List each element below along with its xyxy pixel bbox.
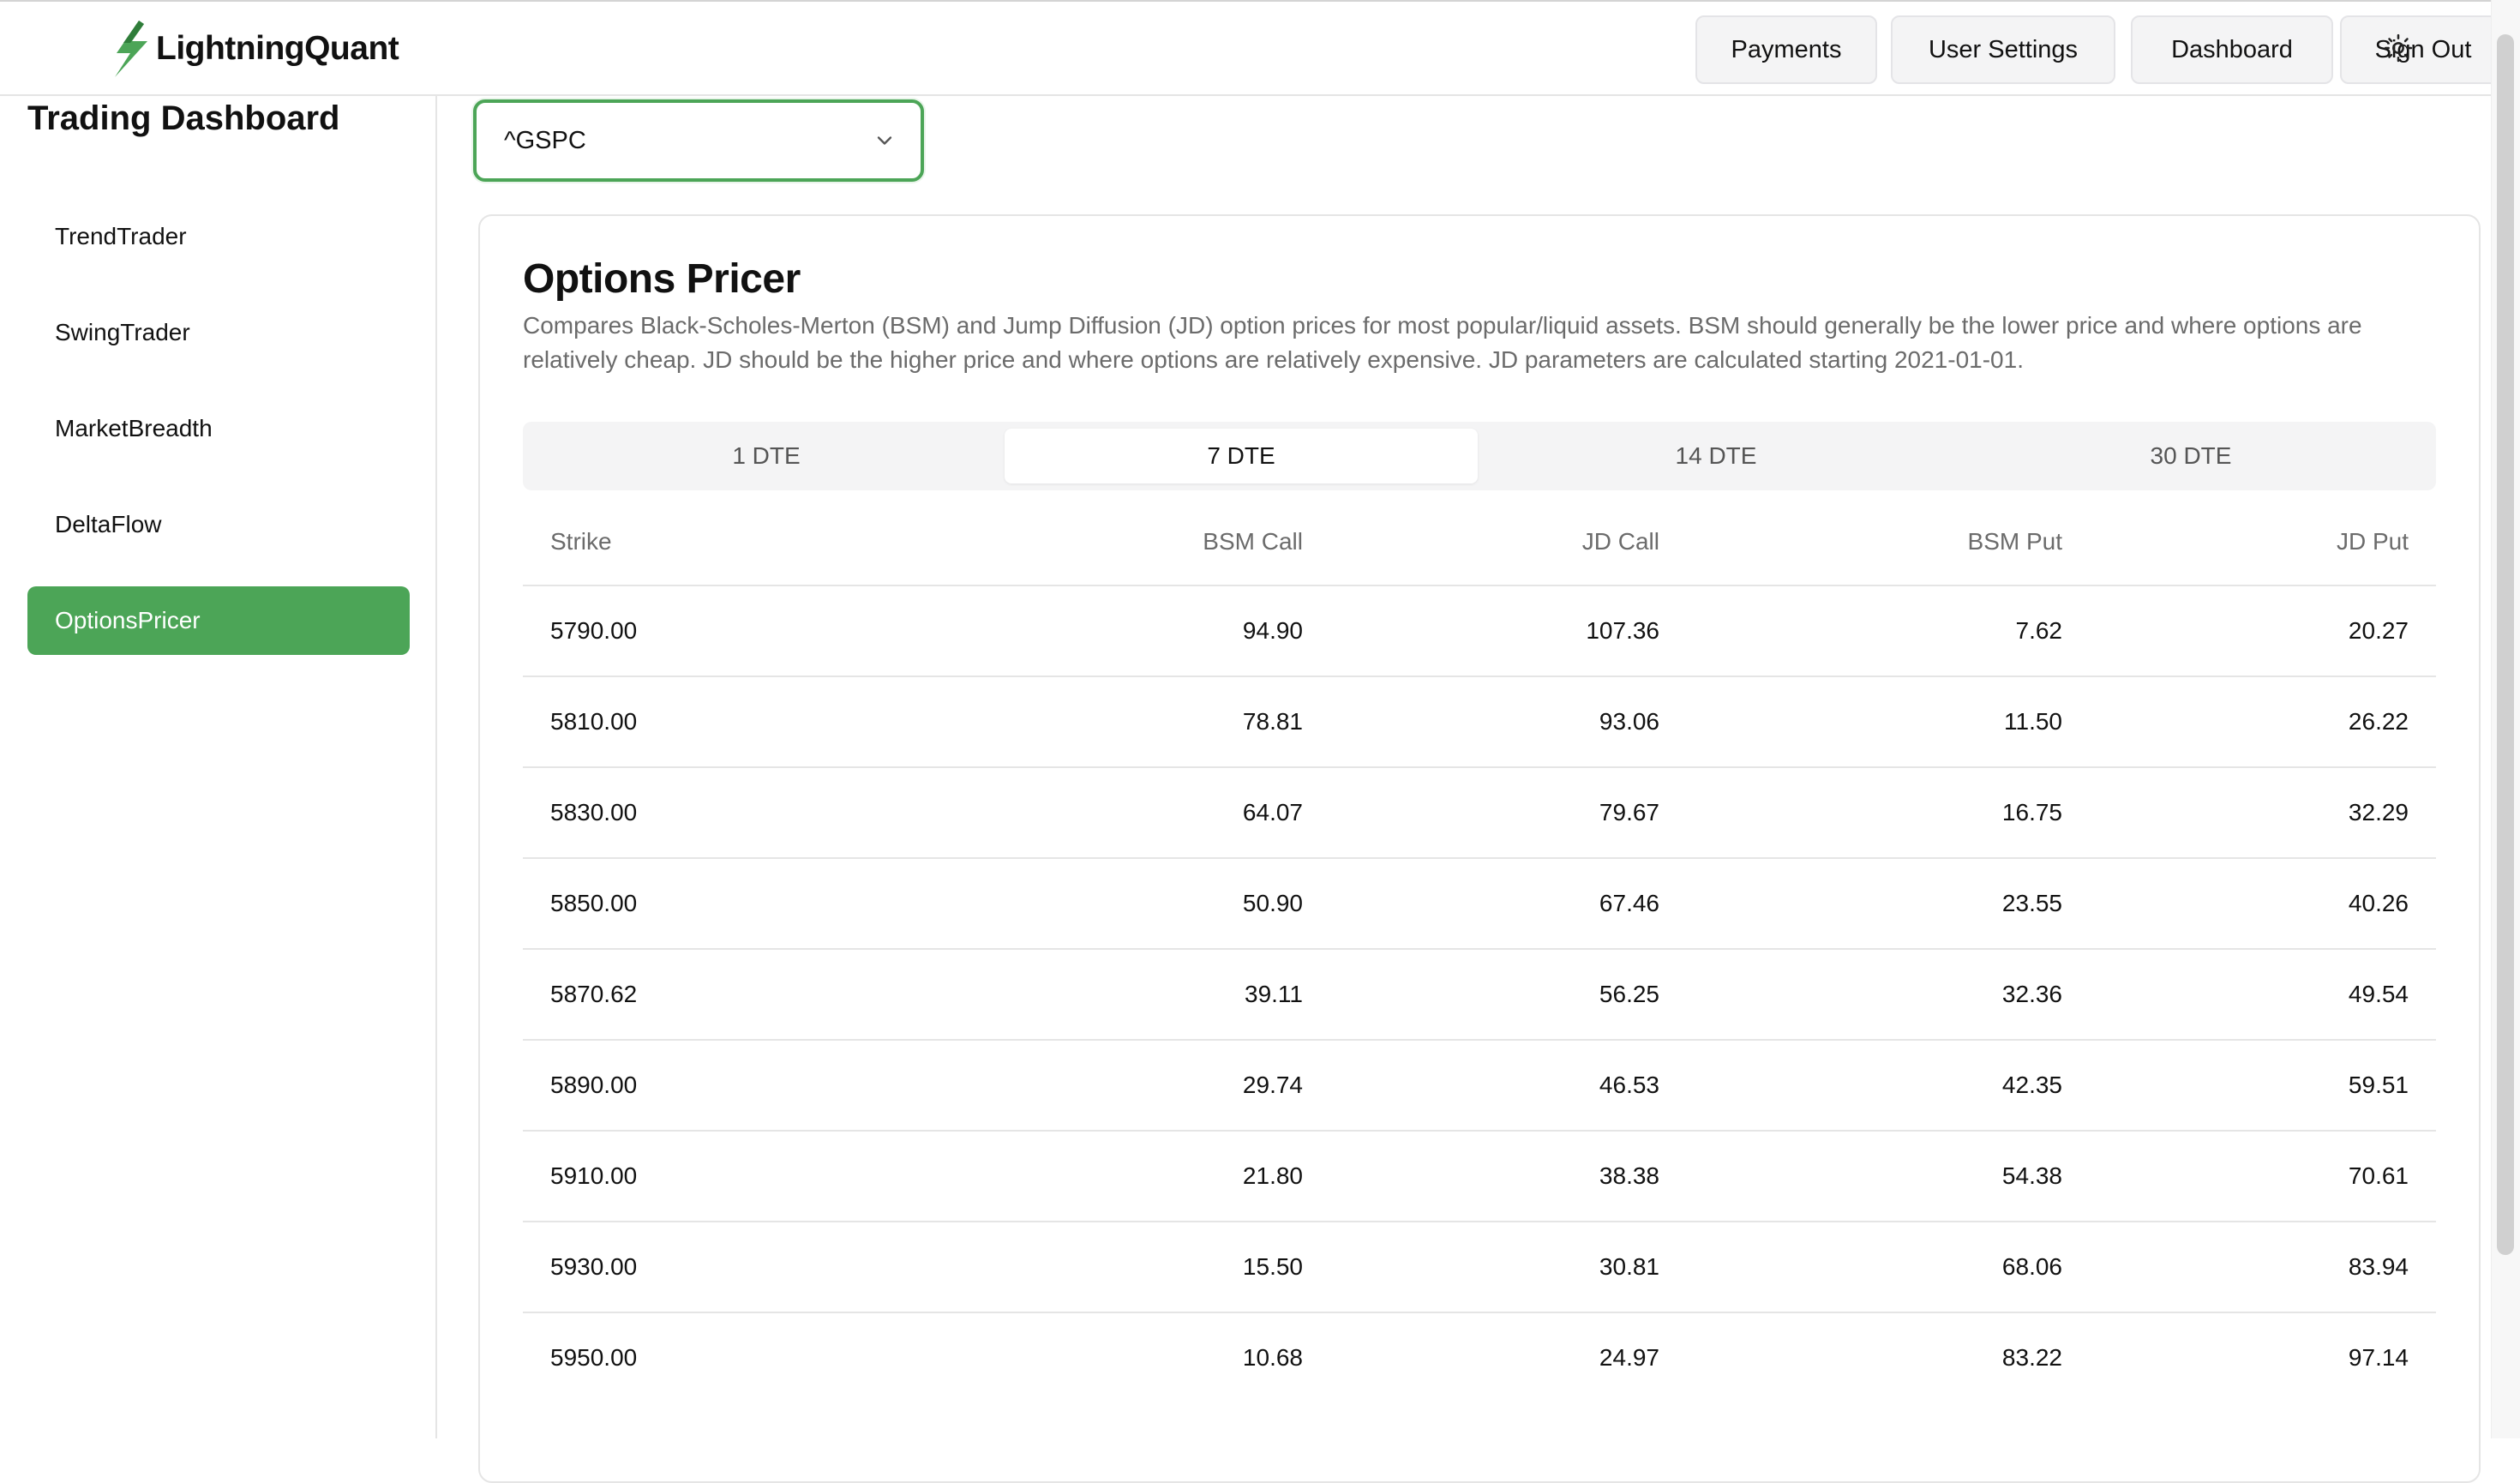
table-row: 5890.00 29.74 46.53 42.35 59.51 <box>523 1041 2436 1132</box>
brand-name: LightningQuant <box>156 30 399 67</box>
sun-icon <box>2384 33 2413 63</box>
theme-toggle-button[interactable] <box>2373 26 2424 70</box>
table-row: 5950.00 10.68 24.97 83.22 97.14 <box>523 1313 2436 1404</box>
bsm-call-cell: 29.74 <box>1242 1072 1303 1098</box>
header-bsm-call[interactable]: BSM Call <box>1203 499 1303 585</box>
jd-put-cell: 83.94 <box>2348 1253 2409 1280</box>
table-row: 5850.00 50.90 67.46 23.55 40.26 <box>523 859 2436 950</box>
bsm-put-cell: 23.55 <box>2001 890 2062 916</box>
strike-cell: 5850.00 <box>550 890 638 916</box>
jd-put-cell: 59.51 <box>2348 1072 2409 1098</box>
sidebar-item-marketbreadth[interactable]: MarketBreadth <box>27 394 410 463</box>
strike-cell: 5930.00 <box>550 1253 638 1280</box>
table-header-row: Strike BSM Call JD Call BSM Put JD Put <box>523 499 2436 586</box>
table-row: 5930.00 15.50 30.81 68.06 83.94 <box>523 1222 2436 1313</box>
jd-call-cell: 93.06 <box>1599 708 1659 735</box>
strike-cell: 5810.00 <box>550 708 638 735</box>
options-pricer-card: Options Pricer Compares Black-Scholes-Me… <box>478 214 2481 1483</box>
card-description: Compares Black-Scholes-Merton (BSM) and … <box>523 312 2362 373</box>
tab-30-dte[interactable]: 30 DTE <box>1954 429 2427 483</box>
sidebar-item-swingtrader[interactable]: SwingTrader <box>27 298 410 367</box>
header-jd-put[interactable]: JD Put <box>2337 499 2409 585</box>
table-row: 5910.00 21.80 38.38 54.38 70.61 <box>523 1132 2436 1222</box>
jd-put-cell: 70.61 <box>2348 1162 2409 1189</box>
sidebar-item-trendtrader[interactable]: TrendTrader <box>27 202 410 271</box>
lightning-bolt-icon <box>115 21 147 77</box>
header-bsm-put[interactable]: BSM Put <box>1968 499 2062 585</box>
tab-7-dte[interactable]: 7 DTE <box>1005 429 1478 483</box>
card-title: Options Pricer <box>523 256 801 302</box>
bsm-put-cell: 54.38 <box>2001 1162 2062 1189</box>
strike-cell: 5870.62 <box>550 981 638 1007</box>
user-settings-button[interactable]: User Settings <box>1891 15 2115 84</box>
strike-cell: 5890.00 <box>550 1072 638 1098</box>
chevron-down-icon <box>877 136 892 145</box>
bsm-call-cell: 94.90 <box>1242 617 1303 644</box>
jd-call-cell: 56.25 <box>1599 981 1659 1007</box>
sidebar: Trading Dashboard TrendTrader SwingTrade… <box>0 96 437 1438</box>
jd-call-cell: 67.46 <box>1599 890 1659 916</box>
strike-cell: 5950.00 <box>550 1344 638 1371</box>
bsm-call-cell: 50.90 <box>1242 890 1303 916</box>
sidebar-item-optionspricer[interactable]: OptionsPricer <box>27 586 410 655</box>
strike-cell: 5910.00 <box>550 1162 638 1189</box>
jd-call-cell: 24.97 <box>1599 1344 1659 1371</box>
jd-call-cell: 107.36 <box>1586 617 1659 644</box>
jd-call-cell: 38.38 <box>1599 1162 1659 1189</box>
bsm-call-cell: 78.81 <box>1242 708 1303 735</box>
bsm-put-cell: 16.75 <box>2001 799 2062 826</box>
jd-put-cell: 26.22 <box>2348 708 2409 735</box>
sidebar-title: Trading Dashboard <box>27 99 340 137</box>
jd-put-cell: 49.54 <box>2348 981 2409 1007</box>
jd-put-cell: 20.27 <box>2348 617 2409 644</box>
table-row: 5870.62 39.11 56.25 32.36 49.54 <box>523 950 2436 1041</box>
bsm-put-cell: 32.36 <box>2001 981 2062 1007</box>
bsm-call-cell: 21.80 <box>1242 1162 1303 1189</box>
strike-cell: 5830.00 <box>550 799 638 826</box>
jd-put-cell: 97.14 <box>2348 1344 2409 1371</box>
table-row: 5830.00 64.07 79.67 16.75 32.29 <box>523 768 2436 859</box>
bsm-put-cell: 11.50 <box>2004 708 2062 735</box>
dte-tabs: 1 DTE 7 DTE 14 DTE 30 DTE <box>523 422 2436 490</box>
ticker-select-value: ^GSPC <box>504 127 586 154</box>
bsm-put-cell: 68.06 <box>2001 1253 2062 1280</box>
payments-button[interactable]: Payments <box>1695 15 1877 84</box>
sidebar-item-deltaflow[interactable]: DeltaFlow <box>27 490 410 559</box>
strike-cell: 5790.00 <box>550 617 638 644</box>
top-navbar: LightningQuant Payments User Settings Da… <box>0 0 2520 96</box>
bsm-call-cell: 64.07 <box>1242 799 1303 826</box>
brand-logo[interactable]: LightningQuant <box>105 21 399 77</box>
tab-14-dte[interactable]: 14 DTE <box>1479 429 1953 483</box>
header-strike[interactable]: Strike <box>550 499 612 585</box>
options-table: Strike BSM Call JD Call BSM Put JD Put 5… <box>523 499 2436 1404</box>
jd-put-cell: 40.26 <box>2348 890 2409 916</box>
bsm-put-cell: 83.22 <box>2001 1344 2062 1371</box>
bsm-call-cell: 15.50 <box>1242 1253 1303 1280</box>
ticker-select[interactable]: ^GSPC <box>473 99 924 182</box>
bsm-put-cell: 42.35 <box>2001 1072 2062 1098</box>
bsm-call-cell: 10.68 <box>1242 1344 1303 1371</box>
table-row: 5790.00 94.90 107.36 7.62 20.27 <box>523 586 2436 677</box>
bsm-call-cell: 39.11 <box>1245 981 1303 1007</box>
bsm-put-cell: 7.62 <box>2015 617 2063 644</box>
jd-call-cell: 79.67 <box>1599 799 1659 826</box>
header-jd-call[interactable]: JD Call <box>1582 499 1659 585</box>
page-scrollbar[interactable] <box>2491 0 2520 1438</box>
scrollbar-thumb[interactable] <box>2497 34 2514 1255</box>
table-row: 5810.00 78.81 93.06 11.50 26.22 <box>523 677 2436 768</box>
tab-1-dte[interactable]: 1 DTE <box>530 429 1003 483</box>
jd-call-cell: 46.53 <box>1599 1072 1659 1098</box>
jd-put-cell: 32.29 <box>2348 799 2409 826</box>
dashboard-button[interactable]: Dashboard <box>2131 15 2333 84</box>
jd-call-cell: 30.81 <box>1599 1253 1659 1280</box>
